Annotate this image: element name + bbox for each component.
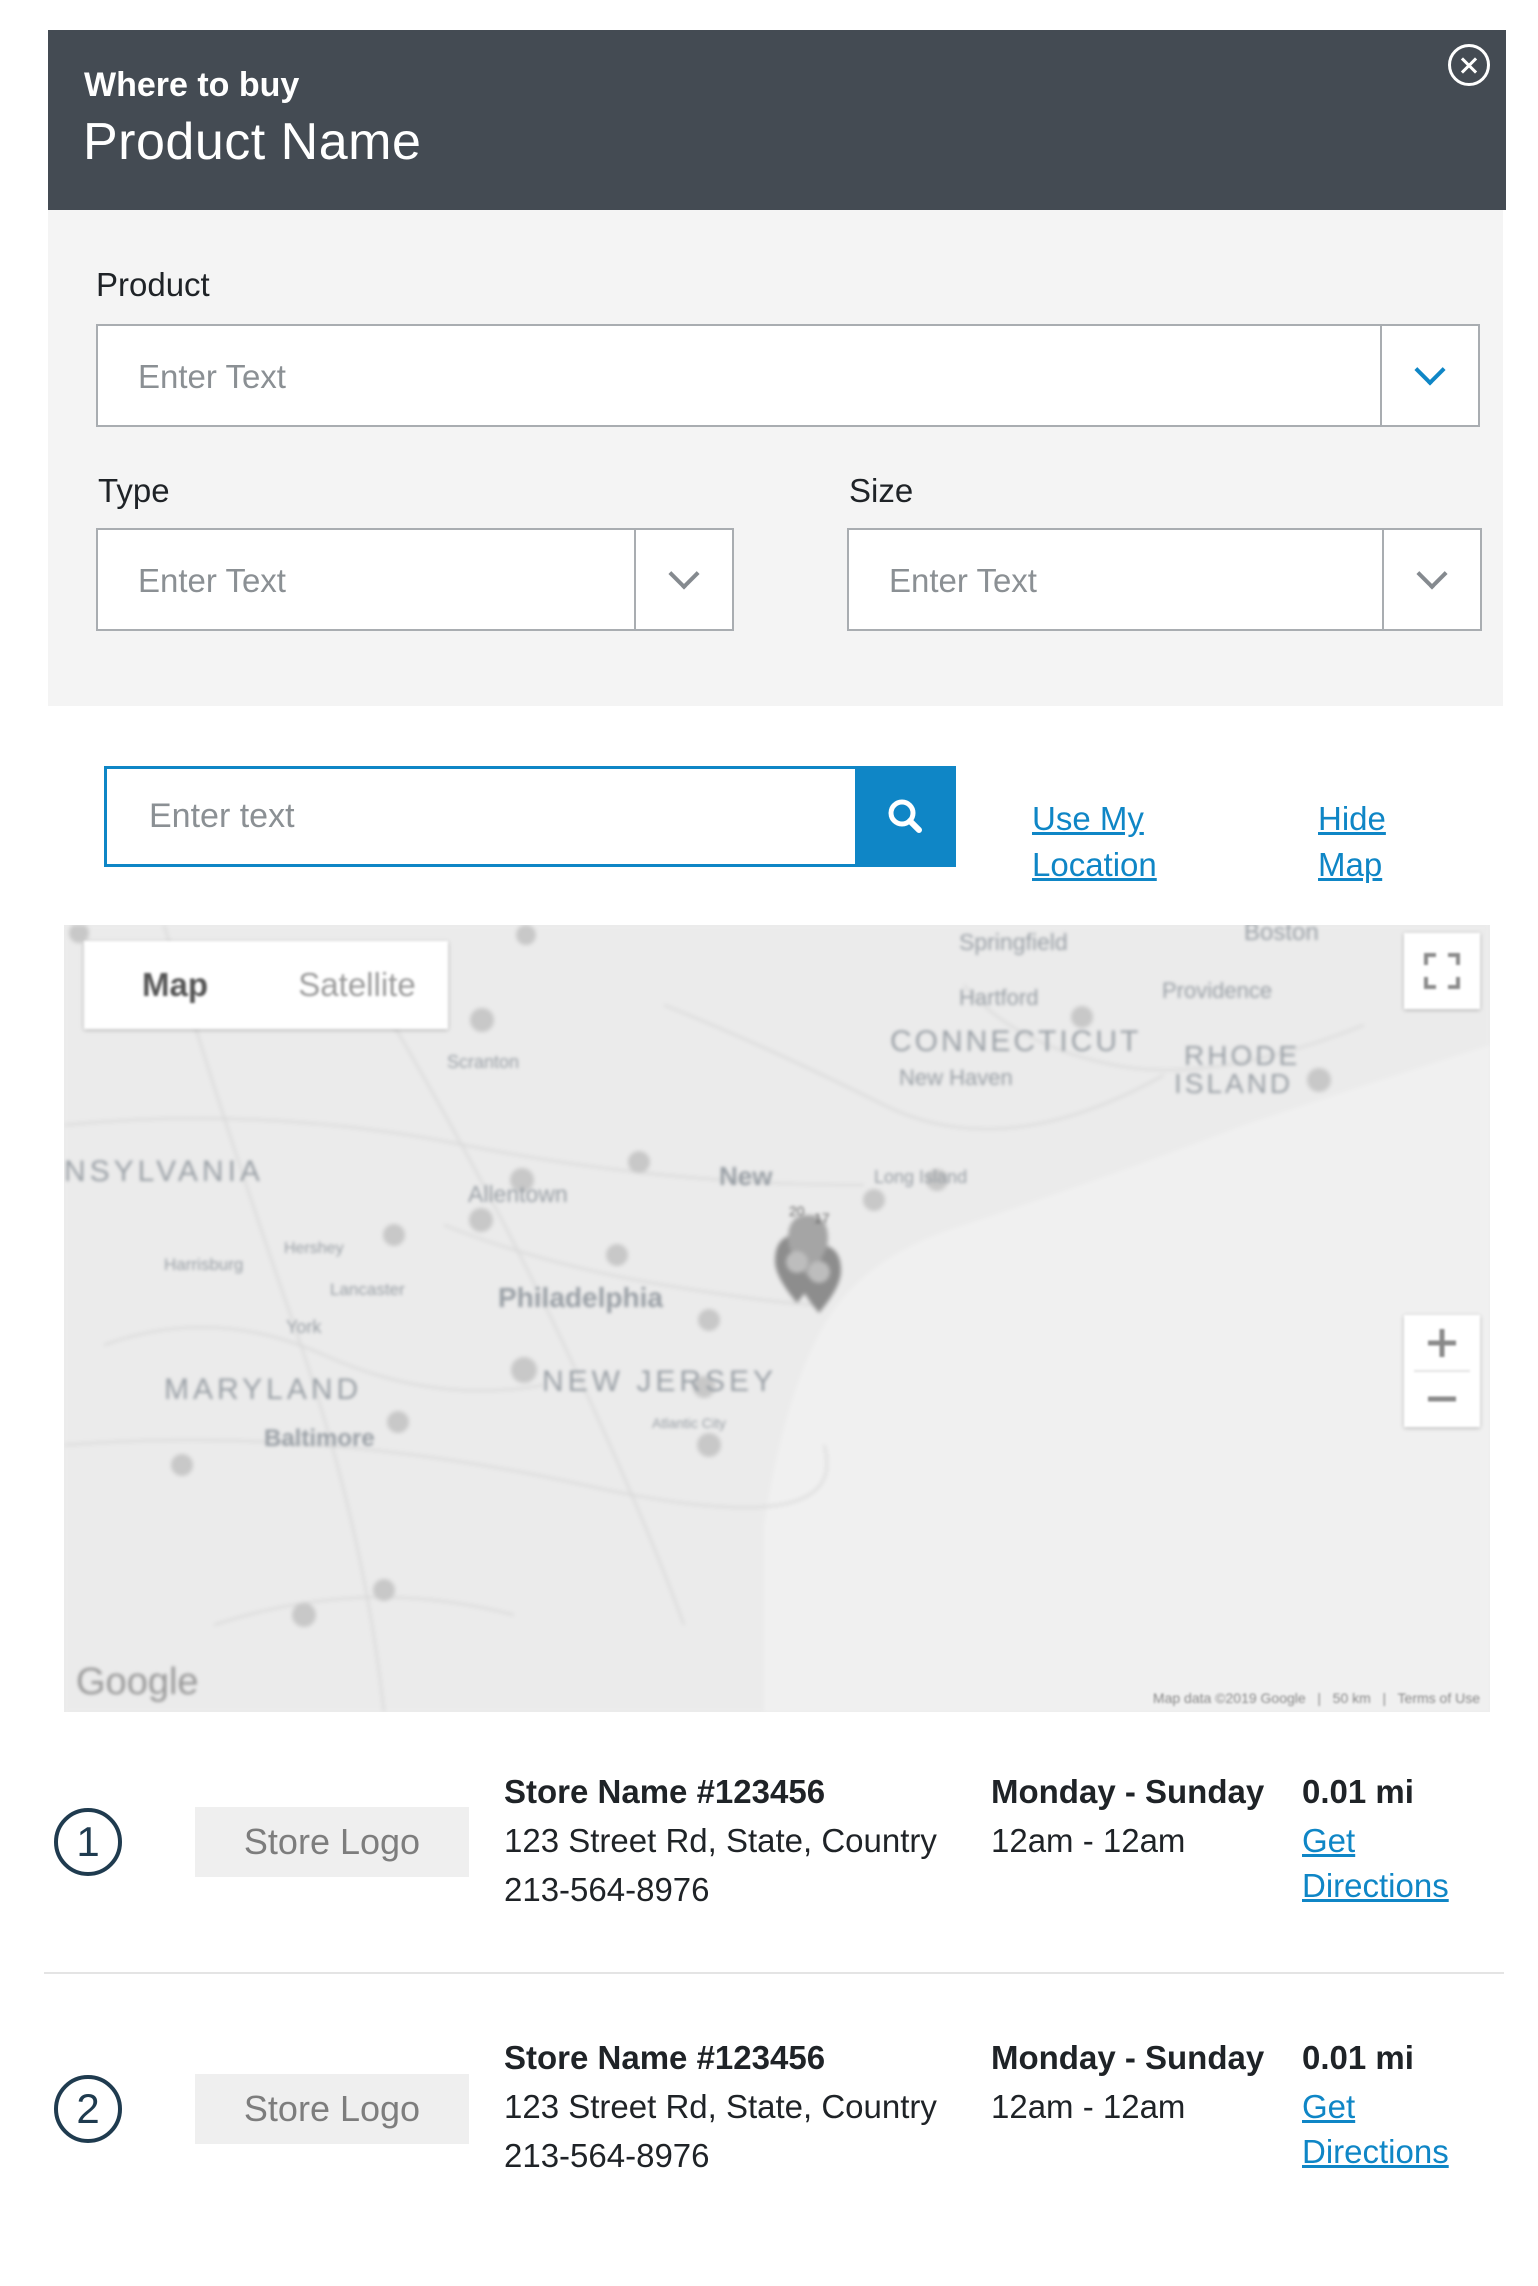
map-type-map-button[interactable]: Map xyxy=(84,941,266,1029)
get-directions-line1: Get xyxy=(1302,1822,1356,1859)
store-logo: Store Logo xyxy=(195,1807,469,1877)
location-search-input[interactable] xyxy=(107,769,855,864)
fullscreen-icon xyxy=(1424,953,1460,989)
map-label-boston: Boston xyxy=(1244,925,1319,946)
map-label-scranton: Scranton xyxy=(447,1052,520,1072)
store-time: 12am - 12am xyxy=(991,2088,1186,2125)
map-pin-icon[interactable]: 17 xyxy=(814,1210,830,1226)
map-label-lancaster: Lancaster xyxy=(330,1280,405,1299)
map-label-new-york: New xyxy=(719,1161,773,1191)
store-map[interactable]: Map Satellite Springfield Boston Hartfor… xyxy=(64,925,1490,1712)
store-distance: 0.01 mi xyxy=(1302,2039,1414,2076)
size-label: Size xyxy=(849,472,914,509)
chevron-down-icon xyxy=(668,557,700,590)
map-label-york: York xyxy=(286,1317,322,1337)
filters-panel: Product Enter Text Type Enter Text Size … xyxy=(48,210,1503,706)
store-days: Monday - Sunday xyxy=(991,2039,1265,2076)
close-icon[interactable] xyxy=(1448,44,1490,86)
store-name: Store Name #123456 xyxy=(504,1773,826,1810)
zoom-out-icon[interactable] xyxy=(1404,1371,1480,1427)
get-directions-link[interactable]: Get Directions xyxy=(1302,1818,1449,1908)
map-label-island: ISLAND xyxy=(1174,1068,1294,1099)
product-select-value: Enter Text xyxy=(138,358,286,395)
map-label-new-jersey: NEW JERSEY xyxy=(542,1365,778,1398)
map-label-new-haven: New Haven xyxy=(899,1065,1013,1090)
map-pin-icon[interactable]: 20 xyxy=(789,1203,805,1219)
type-dropdown-button[interactable] xyxy=(634,530,732,629)
store-name: Store Name #123456 xyxy=(504,2039,826,2076)
type-label: Type xyxy=(98,472,170,509)
terms-of-use-link[interactable]: Terms of Use xyxy=(1398,1690,1480,1706)
store-days: Monday - Sunday xyxy=(991,1773,1265,1810)
type-select[interactable]: Enter Text xyxy=(96,528,734,631)
map-label-providence: Providence xyxy=(1162,978,1273,1003)
map-label-baltimore: Baltimore xyxy=(264,1425,375,1452)
map-label-long-island: Long Island xyxy=(874,1167,968,1187)
size-dropdown-button[interactable] xyxy=(1382,530,1480,629)
map-label-atlantic-city: Atlantic City xyxy=(652,1415,726,1431)
chevron-down-icon xyxy=(1414,353,1446,386)
store-distance-block: 0.01 mi Get Directions xyxy=(1302,2033,1449,2174)
map-type-satellite-button[interactable]: Satellite xyxy=(266,941,448,1029)
store-result: 2 Store Logo Store Name #123456 123 Stre… xyxy=(44,2017,1504,2267)
store-phone: 213-564-8976 xyxy=(504,1871,710,1908)
store-address: 123 Street Rd, State, Country xyxy=(504,2088,937,2125)
chevron-down-icon xyxy=(1416,557,1448,590)
use-my-location-link[interactable]: Use My Location xyxy=(1032,796,1157,888)
store-result: 1 Store Logo Store Name #123456 123 Stre… xyxy=(44,1752,1504,2002)
product-select[interactable]: Enter Text xyxy=(96,324,1480,427)
result-number-badge: 2 xyxy=(54,2075,122,2143)
use-my-location-line1: Use My xyxy=(1032,800,1144,837)
map-label-harrisburg: Harrisburg xyxy=(164,1255,244,1274)
map-type-toggle[interactable]: Map Satellite xyxy=(84,941,448,1029)
google-logo: Google xyxy=(76,1661,199,1703)
map-attribution: Map data ©2019 Google | 50 km | Terms of… xyxy=(1152,1690,1480,1706)
map-label-connecticut: CONNECTICUT xyxy=(890,1025,1142,1058)
store-details: Store Name #123456 123 Street Rd, State,… xyxy=(504,2033,937,2180)
map-label-springfield: Springfield xyxy=(959,929,1068,955)
store-distance-block: 0.01 mi Get Directions xyxy=(1302,1767,1449,1908)
location-search-field[interactable] xyxy=(104,766,858,867)
search-button[interactable] xyxy=(855,766,956,867)
product-title: Product Name xyxy=(83,113,422,171)
get-directions-link[interactable]: Get Directions xyxy=(1302,2084,1449,2174)
map-label-hershey: Hershey xyxy=(284,1240,344,1257)
get-directions-line2: Directions xyxy=(1302,2133,1449,2170)
map-label-allentown: Allentown xyxy=(468,1181,568,1207)
zoom-in-icon[interactable] xyxy=(1404,1315,1480,1371)
store-phone: 213-564-8976 xyxy=(504,2137,710,2174)
size-select[interactable]: Enter Text xyxy=(847,528,1482,631)
search-icon xyxy=(888,799,922,833)
header-eyebrow: Where to buy xyxy=(84,66,300,104)
store-hours: Monday - Sunday 12am - 12am xyxy=(991,1767,1264,1865)
store-address: 123 Street Rd, State, Country xyxy=(504,1822,937,1859)
product-dropdown-button[interactable] xyxy=(1380,326,1478,425)
map-label-maryland: MARYLAND xyxy=(164,1373,363,1406)
map-label-pennsylvania: NSYLVANIA xyxy=(64,1155,264,1188)
result-number-badge: 1 xyxy=(54,1808,122,1876)
product-label: Product xyxy=(96,266,210,303)
store-details: Store Name #123456 123 Street Rd, State,… xyxy=(504,1767,937,1914)
modal-header: Where to buy Product Name xyxy=(48,30,1506,210)
hide-map-link[interactable]: Hide Map xyxy=(1318,796,1386,888)
hide-map-line1: Hide xyxy=(1318,800,1386,837)
hide-map-line2: Map xyxy=(1318,846,1383,883)
map-scale[interactable]: 50 km xyxy=(1333,1690,1371,1706)
use-my-location-line2: Location xyxy=(1032,846,1157,883)
result-divider xyxy=(44,1972,1504,1974)
store-hours: Monday - Sunday 12am - 12am xyxy=(991,2033,1264,2131)
size-select-value: Enter Text xyxy=(889,562,1037,599)
fullscreen-button[interactable] xyxy=(1404,933,1480,1009)
map-data-credit: Map data ©2019 Google xyxy=(1152,1690,1306,1706)
store-logo: Store Logo xyxy=(195,2074,469,2144)
store-time: 12am - 12am xyxy=(991,1822,1186,1859)
get-directions-line2: Directions xyxy=(1302,1867,1449,1904)
map-label-philadelphia: Philadelphia xyxy=(498,1282,663,1313)
type-select-value: Enter Text xyxy=(138,562,286,599)
map-label-hartford: Hartford xyxy=(959,985,1039,1010)
store-distance: 0.01 mi xyxy=(1302,1773,1414,1810)
get-directions-line1: Get xyxy=(1302,2088,1356,2125)
